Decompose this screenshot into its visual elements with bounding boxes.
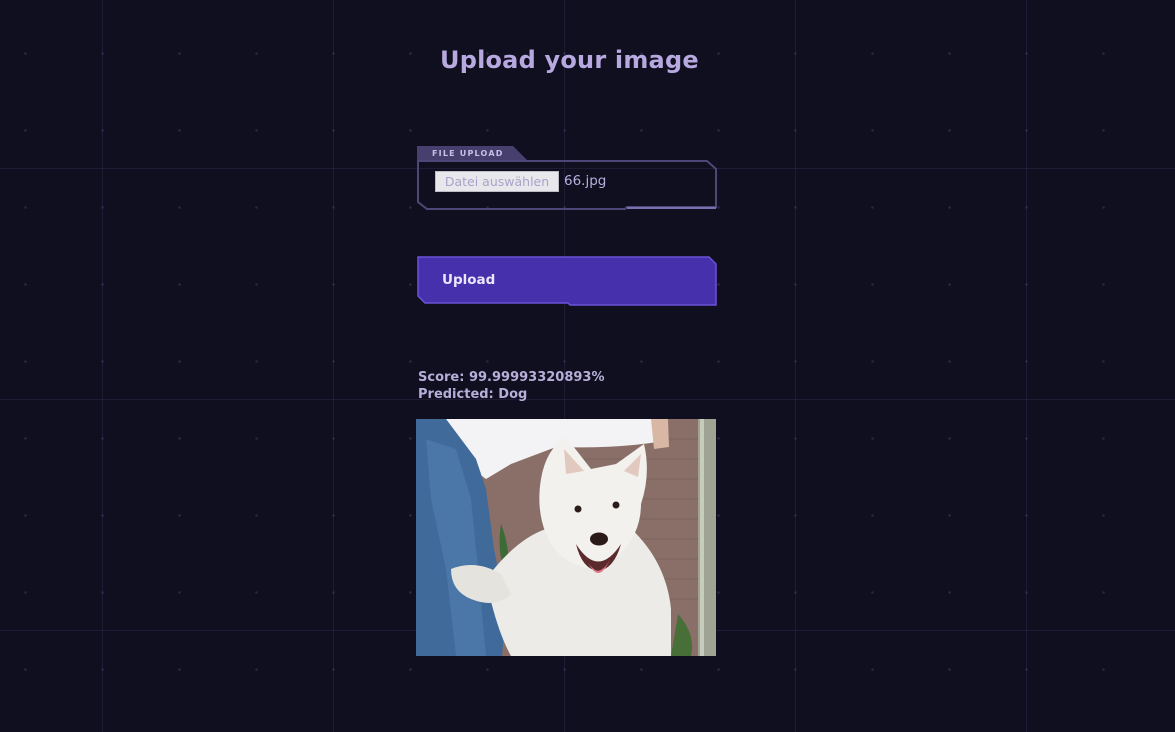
predicted-text: Predicted: Dog — [418, 387, 528, 402]
page-title: Upload your image — [440, 46, 699, 74]
choose-file-button[interactable]: Datei auswählen — [435, 171, 559, 192]
uploaded-image-preview — [416, 419, 716, 656]
file-upload-tab-label: FILE UPLOAD — [432, 149, 504, 158]
upload-button-label: Upload — [442, 272, 496, 288]
file-upload-field: FILE UPLOAD Datei auswählen 66.jpg — [417, 146, 717, 210]
score-text: Score: 99.99993320893% — [418, 370, 605, 385]
prediction-result: Score: 99.99993320893% Predicted: Dog — [418, 369, 605, 403]
dog-photo-icon — [416, 419, 716, 656]
upload-button[interactable]: Upload — [417, 256, 717, 306]
selected-file-name: 66.jpg — [564, 173, 607, 189]
